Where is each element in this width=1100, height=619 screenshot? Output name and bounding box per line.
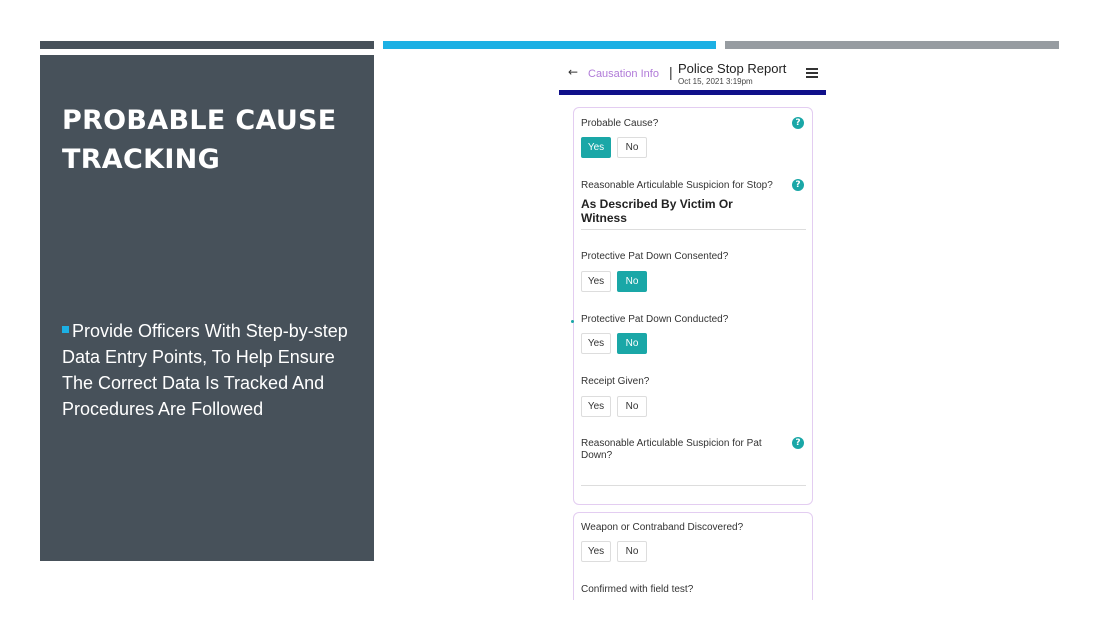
help-icon[interactable]: ?: [792, 437, 804, 449]
probable-cause-no-button[interactable]: No: [617, 137, 647, 158]
pat-down-consented-no-button[interactable]: No: [617, 271, 647, 292]
ras-pat-down-input-underline[interactable]: [581, 485, 806, 486]
field-test-label: Confirmed with field test?: [581, 584, 694, 595]
probable-cause-yes-button[interactable]: Yes: [581, 137, 611, 158]
hamburger-menu-icon[interactable]: [806, 68, 818, 78]
accent-bar-blue: [383, 41, 716, 49]
slide-title-line-1: PROBABLE CAUSE: [62, 105, 337, 136]
slide-title-line-2: TRACKING: [62, 144, 221, 175]
indicator-dot: [571, 320, 574, 323]
form-card-search-results: Weapon or Contraband Discovered? Yes No …: [573, 512, 813, 600]
help-icon[interactable]: ?: [792, 117, 804, 129]
pat-down-consented-yes-button[interactable]: Yes: [581, 271, 611, 292]
weapon-discovered-yes-button[interactable]: Yes: [581, 541, 611, 562]
report-title: Police Stop Report: [678, 61, 787, 76]
bullet-square-icon: [62, 326, 69, 333]
slide-bullet-text: Provide Officers With Step-by-step Data …: [62, 321, 348, 419]
pat-down-conducted-yes-button[interactable]: Yes: [581, 333, 611, 354]
field-underline: [581, 229, 806, 230]
report-date: Oct 15, 2021 3:19pm: [678, 77, 753, 86]
header-divider: [559, 90, 826, 95]
header-separator: |: [669, 64, 673, 80]
receipt-given-label: Receipt Given?: [581, 376, 650, 387]
slide-title-panel: PROBABLE CAUSE TRACKING Provide Officers…: [40, 55, 374, 561]
slide-title: PROBABLE CAUSE TRACKING: [62, 101, 362, 179]
breadcrumb-causation-info[interactable]: Causation Info: [588, 68, 659, 80]
ras-stop-label: Reasonable Articulable Suspicion for Sto…: [581, 180, 773, 191]
form-card-stop-details: Probable Cause? ? Yes No Reasonable Arti…: [571, 107, 813, 505]
probable-cause-label: Probable Cause?: [581, 118, 659, 129]
receipt-given-yes-button[interactable]: Yes: [581, 396, 611, 417]
app-header: ← Causation Info | Police Stop Report Oc…: [559, 55, 826, 91]
pat-down-consented-label: Protective Pat Down Consented?: [581, 251, 729, 262]
back-arrow-icon[interactable]: ←: [568, 65, 578, 79]
ras-stop-value[interactable]: As Described By Victim Or Witness: [581, 197, 781, 225]
app-screenshot: ← Causation Info | Police Stop Report Oc…: [559, 55, 826, 600]
ras-pat-down-label: Reasonable Articulable Suspicion for Pat…: [581, 438, 762, 461]
pat-down-conducted-no-button[interactable]: No: [617, 333, 647, 354]
accent-bar-dark: [40, 41, 374, 49]
help-icon[interactable]: ?: [792, 179, 804, 191]
weapon-discovered-label: Weapon or Contraband Discovered?: [581, 522, 744, 533]
pat-down-conducted-label: Protective Pat Down Conducted?: [581, 314, 729, 325]
weapon-discovered-no-button[interactable]: No: [617, 541, 647, 562]
slide-bullet: Provide Officers With Step-by-step Data …: [62, 318, 362, 422]
receipt-given-no-button[interactable]: No: [617, 396, 647, 417]
accent-bar-gray: [725, 41, 1059, 49]
